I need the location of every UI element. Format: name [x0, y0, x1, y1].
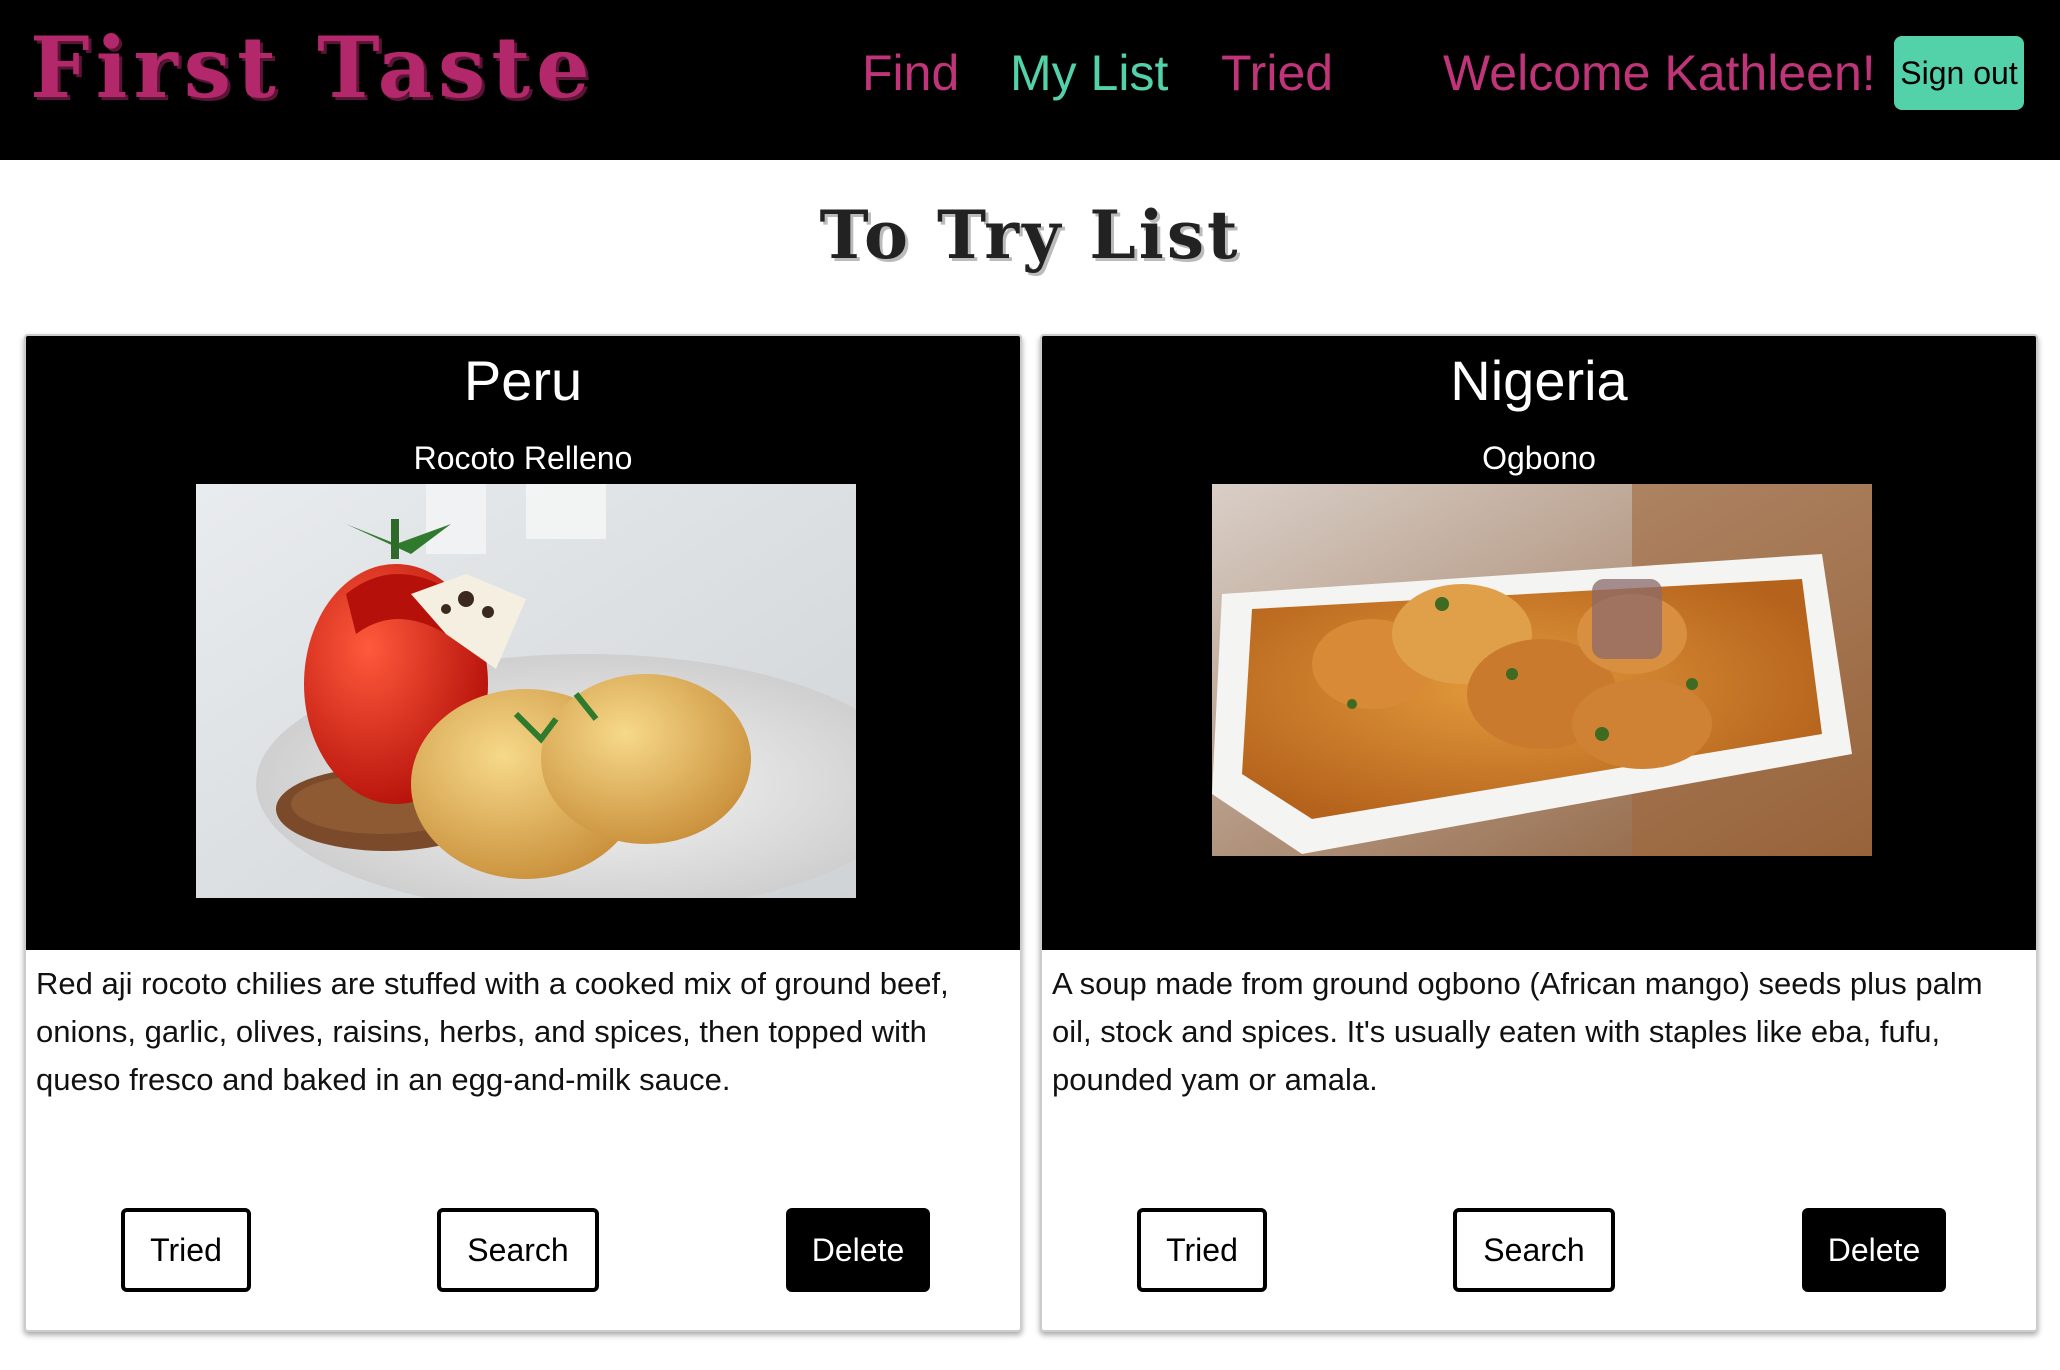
card-dish-name: Rocoto Relleno: [413, 440, 633, 476]
nav-find[interactable]: Find: [862, 44, 959, 102]
card-country: Peru: [463, 349, 583, 412]
card-dish-name: Ogbono: [1482, 440, 1596, 476]
brand-logo[interactable]: First Taste: [30, 18, 596, 117]
card-country: Nigeria: [1450, 349, 1628, 412]
dish-card: Peru Rocoto Relleno Red aji rocoto chili…: [24, 334, 1022, 1332]
card-description: A soup made from ground ogbono (African …: [1052, 966, 1983, 1097]
search-button[interactable]: Search: [437, 1208, 599, 1292]
nav-tried[interactable]: Tried: [1221, 44, 1333, 102]
tried-button[interactable]: Tried: [1137, 1208, 1267, 1292]
card-header: Peru Rocoto Relleno: [26, 336, 1020, 950]
top-navbar: First Taste Find My List Tried Welcome K…: [0, 0, 2060, 160]
dish-card: Nigeria Ogbono A soup made from ground o…: [1040, 334, 2038, 1332]
sign-out-button[interactable]: Sign out: [1894, 36, 2024, 110]
card-header: Nigeria Ogbono: [1042, 336, 2036, 950]
card-description: Red aji rocoto chilies are stuffed with …: [36, 966, 949, 1097]
dish-photo: [196, 484, 856, 898]
nav-my-list[interactable]: My List: [1010, 44, 1168, 102]
tried-button[interactable]: Tried: [121, 1208, 251, 1292]
page-title: To Try List: [819, 196, 1241, 274]
delete-button[interactable]: Delete: [1802, 1208, 1946, 1292]
welcome-message: Welcome Kathleen!: [1443, 45, 1876, 101]
dish-photo: [1212, 484, 1872, 856]
delete-button[interactable]: Delete: [786, 1208, 930, 1292]
search-button[interactable]: Search: [1453, 1208, 1615, 1292]
